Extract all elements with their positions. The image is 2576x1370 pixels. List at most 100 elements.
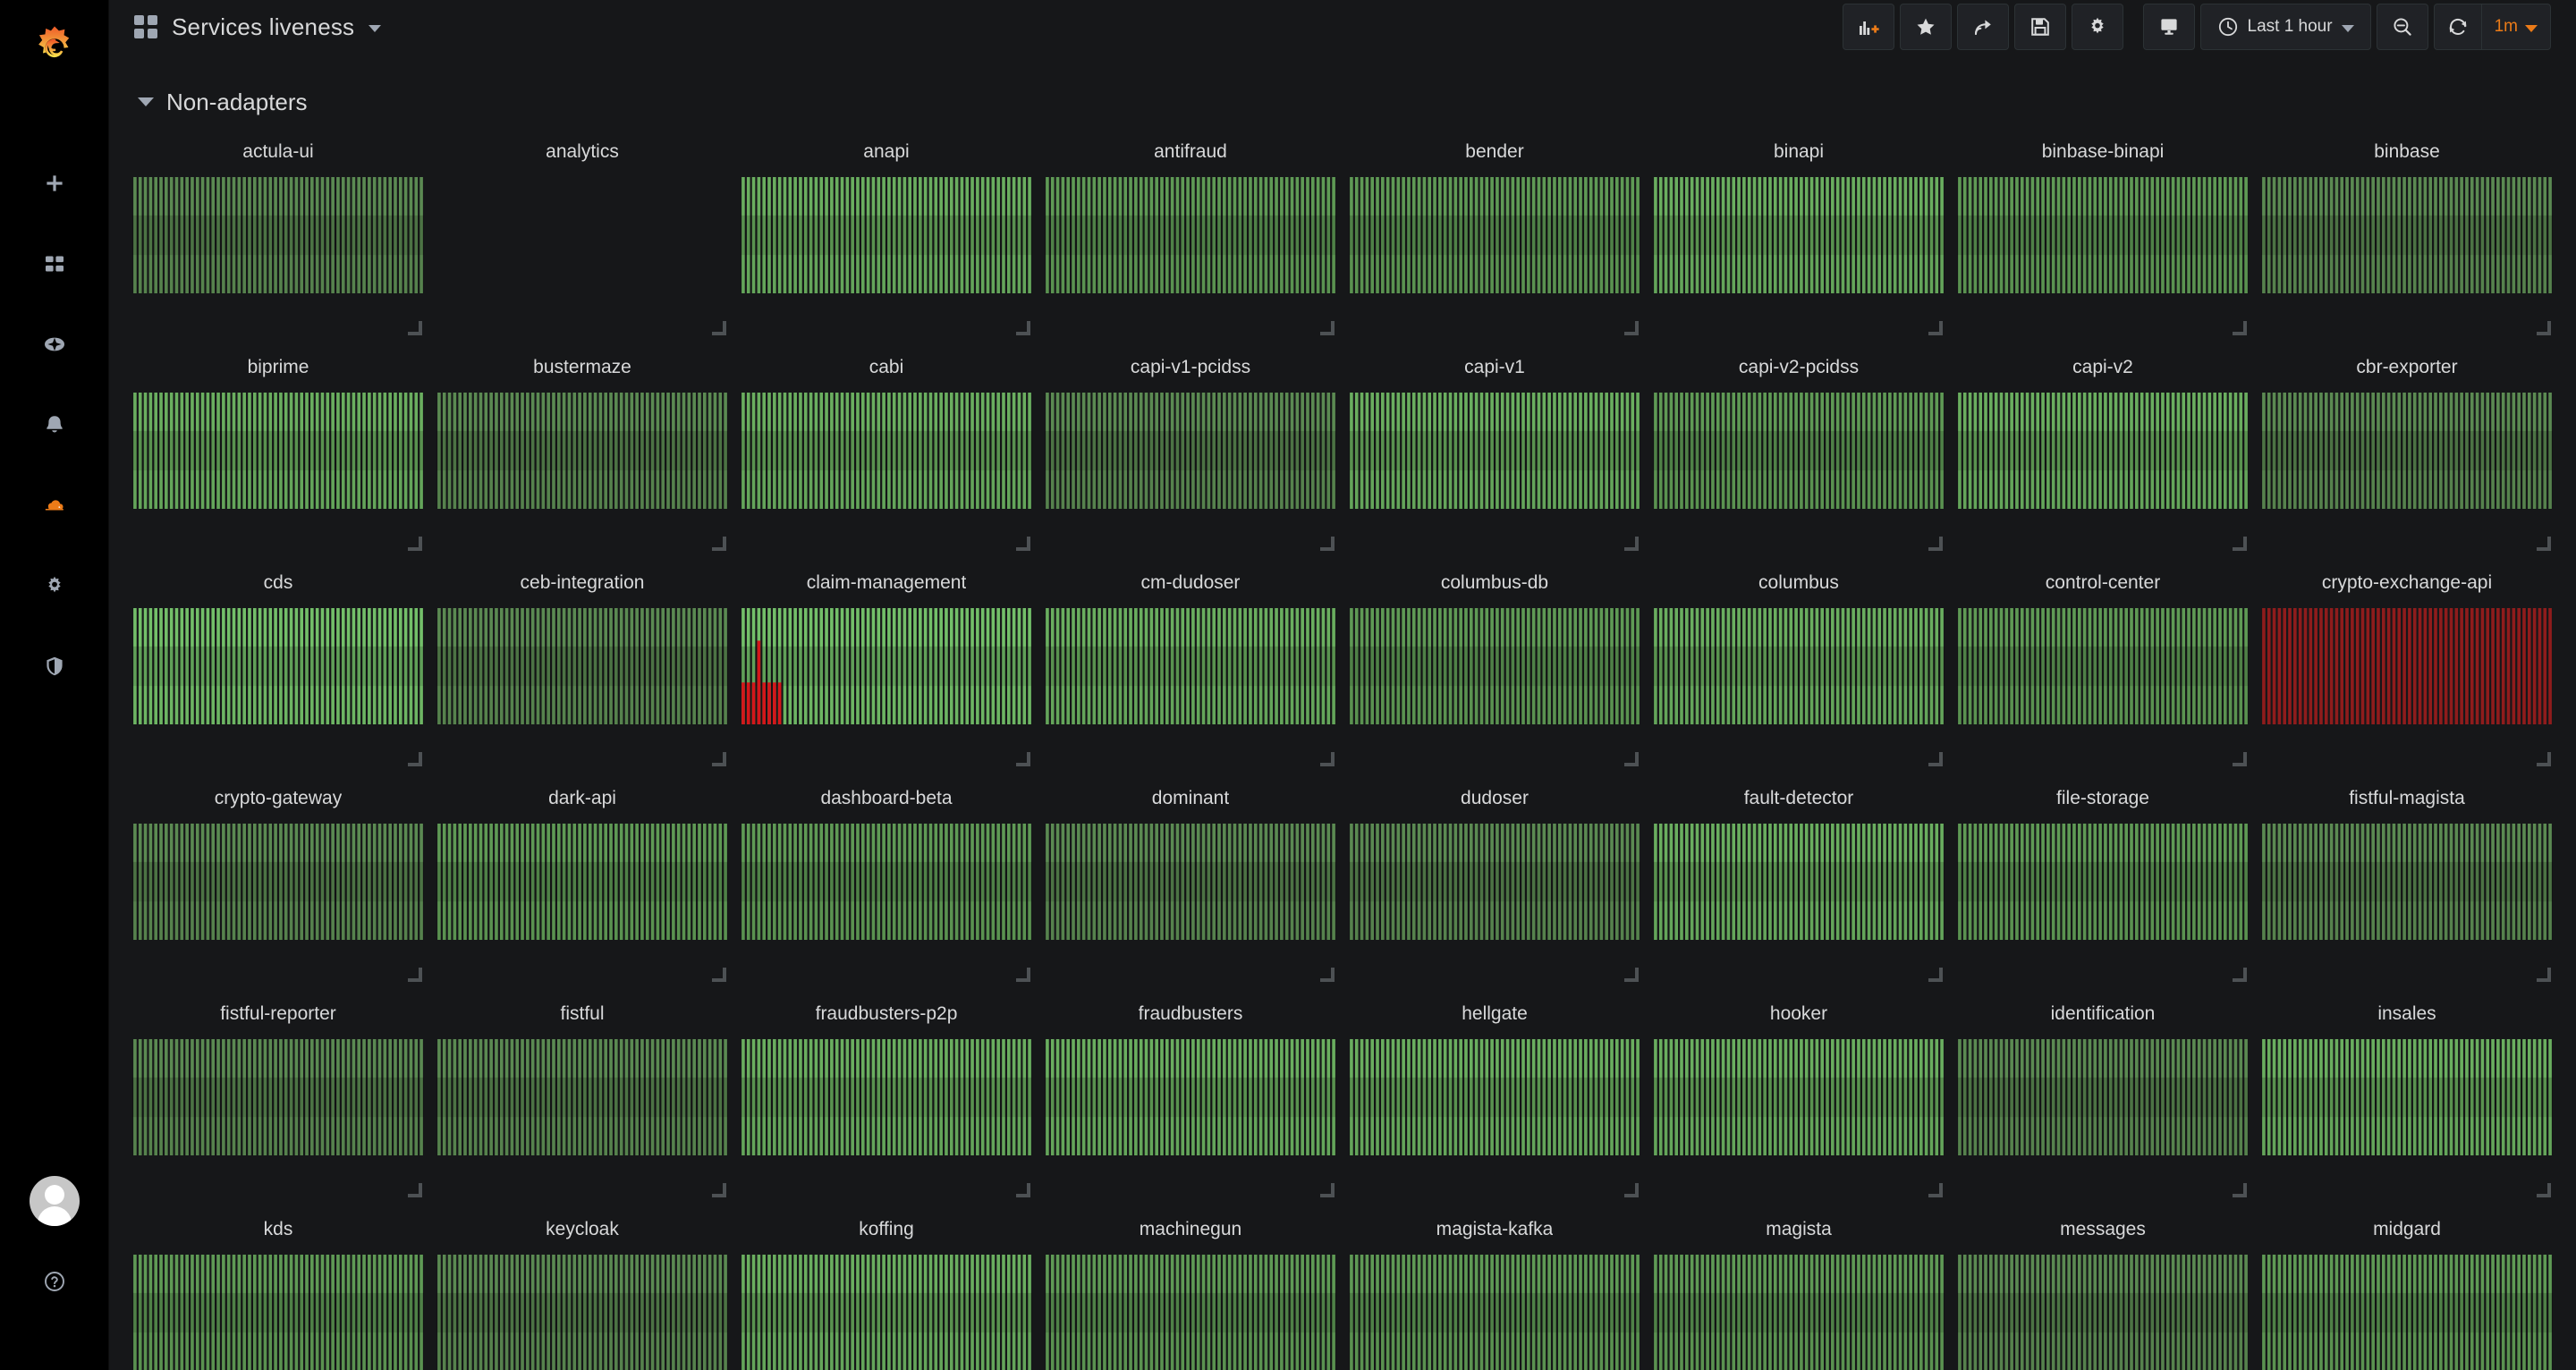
panel-resize-handle[interactable]: [1016, 1183, 1030, 1197]
panel-title[interactable]: hooker: [1770, 989, 1827, 1039]
sidebar-item-dashboards[interactable]: [0, 224, 109, 304]
panel-graph[interactable]: [741, 1255, 1032, 1370]
panel-title[interactable]: ceb-integration: [521, 558, 645, 608]
panel-graph[interactable]: [1045, 1255, 1336, 1370]
panel-title[interactable]: analytics: [546, 127, 619, 177]
panel-title[interactable]: bender: [1465, 127, 1523, 177]
sidebar-item-cloud[interactable]: [0, 465, 109, 545]
panel-title[interactable]: dark-api: [548, 774, 616, 824]
panel-resize-handle[interactable]: [2537, 752, 2551, 766]
panel-graph[interactable]: [436, 608, 728, 724]
dashboard-row-header-non-adapters[interactable]: Non-adapters: [129, 77, 2556, 127]
panel-crypto-gateway[interactable]: crypto-gateway: [132, 774, 424, 989]
panel-title[interactable]: capi-v2-pcidss: [1739, 342, 1859, 393]
panel-graph[interactable]: [1045, 608, 1336, 724]
grafana-logo-button[interactable]: [0, 0, 109, 98]
panel-title[interactable]: machinegun: [1140, 1205, 1241, 1255]
panel-resize-handle[interactable]: [2233, 968, 2247, 982]
panel-graph[interactable]: [1653, 824, 1945, 940]
panel-graph[interactable]: [2261, 608, 2553, 724]
panel-title[interactable]: control-center: [2046, 558, 2160, 608]
panel-title[interactable]: cm-dudoser: [1141, 558, 1241, 608]
panel-fault-detector[interactable]: fault-detector: [1653, 774, 1945, 989]
panel-title[interactable]: kds: [264, 1205, 293, 1255]
panel-file-storage[interactable]: file-storage: [1957, 774, 2249, 989]
panel-title[interactable]: cds: [264, 558, 293, 608]
panel-graph[interactable]: [1349, 824, 1640, 940]
panel-cds[interactable]: cds: [132, 558, 424, 774]
panel-koffing[interactable]: koffing: [741, 1205, 1032, 1370]
panel-cbr-exporter[interactable]: cbr-exporter: [2261, 342, 2553, 558]
panel-graph[interactable]: [436, 1255, 728, 1370]
panel-graph[interactable]: [132, 1255, 424, 1370]
panel-kds[interactable]: kds: [132, 1205, 424, 1370]
panel-graph[interactable]: [132, 608, 424, 724]
panel-title[interactable]: fault-detector: [1744, 774, 1854, 824]
panel-resize-handle[interactable]: [1016, 752, 1030, 766]
panel-cm-dudoser[interactable]: cm-dudoser: [1045, 558, 1336, 774]
panel-graph[interactable]: [1045, 393, 1336, 509]
panel-title[interactable]: antifraud: [1154, 127, 1227, 177]
panel-fraudbusters-p2p[interactable]: fraudbusters-p2p: [741, 989, 1032, 1205]
panel-graph[interactable]: [1045, 824, 1336, 940]
panel-resize-handle[interactable]: [712, 968, 726, 982]
panel-graph[interactable]: [1653, 393, 1945, 509]
panel-cabi[interactable]: cabi: [741, 342, 1032, 558]
panel-resize-handle[interactable]: [1320, 537, 1335, 551]
panel-graph[interactable]: [741, 608, 1032, 724]
panel-resize-handle[interactable]: [1624, 752, 1639, 766]
panel-resize-handle[interactable]: [1016, 321, 1030, 335]
zoom-out-time-range-button[interactable]: [2376, 4, 2428, 50]
panel-resize-handle[interactable]: [712, 537, 726, 551]
panel-title[interactable]: cabi: [869, 342, 904, 393]
panel-fistful[interactable]: fistful: [436, 989, 728, 1205]
panel-title[interactable]: koffing: [859, 1205, 914, 1255]
panel-title[interactable]: hellgate: [1462, 989, 1528, 1039]
panel-resize-handle[interactable]: [712, 1183, 726, 1197]
panel-graph[interactable]: [1957, 1255, 2249, 1370]
panel-graph[interactable]: [1653, 1255, 1945, 1370]
panel-graph[interactable]: [132, 393, 424, 509]
panel-resize-handle[interactable]: [1624, 321, 1639, 335]
panel-magista-kafka[interactable]: magista-kafka: [1349, 1205, 1640, 1370]
panel-binbase[interactable]: binbase: [2261, 127, 2553, 342]
add-panel-button[interactable]: [1842, 4, 1894, 50]
panel-title[interactable]: binbase-binapi: [2042, 127, 2165, 177]
panel-resize-handle[interactable]: [1016, 968, 1030, 982]
panel-title[interactable]: columbus-db: [1441, 558, 1548, 608]
panel-title[interactable]: fistful-magista: [2349, 774, 2465, 824]
panel-resize-handle[interactable]: [408, 752, 422, 766]
panel-graph[interactable]: [2261, 1255, 2553, 1370]
dashboard-settings-button[interactable]: [2071, 4, 2123, 50]
panel-resize-handle[interactable]: [408, 1183, 422, 1197]
panel-capi-v2[interactable]: capi-v2: [1957, 342, 2249, 558]
panel-title[interactable]: magista: [1766, 1205, 1832, 1255]
panel-resize-handle[interactable]: [2233, 1183, 2247, 1197]
panel-machinegun[interactable]: machinegun: [1045, 1205, 1336, 1370]
panel-graph[interactable]: [436, 177, 728, 293]
kiosk-mode-button[interactable]: [2142, 4, 2195, 50]
panel-title[interactable]: binbase: [2374, 127, 2440, 177]
panel-resize-handle[interactable]: [1320, 1183, 1335, 1197]
refresh-interval-picker[interactable]: 1m: [2480, 4, 2550, 49]
panel-dudoser[interactable]: dudoser: [1349, 774, 1640, 989]
panel-resize-handle[interactable]: [408, 537, 422, 551]
panel-graph[interactable]: [132, 824, 424, 940]
panel-title[interactable]: capi-v2: [2072, 342, 2133, 393]
panel-graph[interactable]: [741, 177, 1032, 293]
panel-biprime[interactable]: biprime: [132, 342, 424, 558]
panel-columbus[interactable]: columbus: [1653, 558, 1945, 774]
panel-graph[interactable]: [436, 1039, 728, 1155]
save-dashboard-button[interactable]: [2013, 4, 2066, 50]
panel-title[interactable]: binapi: [1774, 127, 1824, 177]
dashboard-title-button[interactable]: Services liveness: [134, 13, 382, 41]
panel-anapi[interactable]: anapi: [741, 127, 1032, 342]
panel-title[interactable]: magista-kafka: [1436, 1205, 1554, 1255]
panel-title[interactable]: cbr-exporter: [2356, 342, 2457, 393]
sidebar-item-user-profile[interactable]: [0, 1161, 109, 1241]
panel-graph[interactable]: [741, 393, 1032, 509]
panel-fistful-magista[interactable]: fistful-magista: [2261, 774, 2553, 989]
panel-resize-handle[interactable]: [1016, 537, 1030, 551]
panel-graph[interactable]: [1957, 824, 2249, 940]
sidebar-item-explore[interactable]: [0, 304, 109, 385]
